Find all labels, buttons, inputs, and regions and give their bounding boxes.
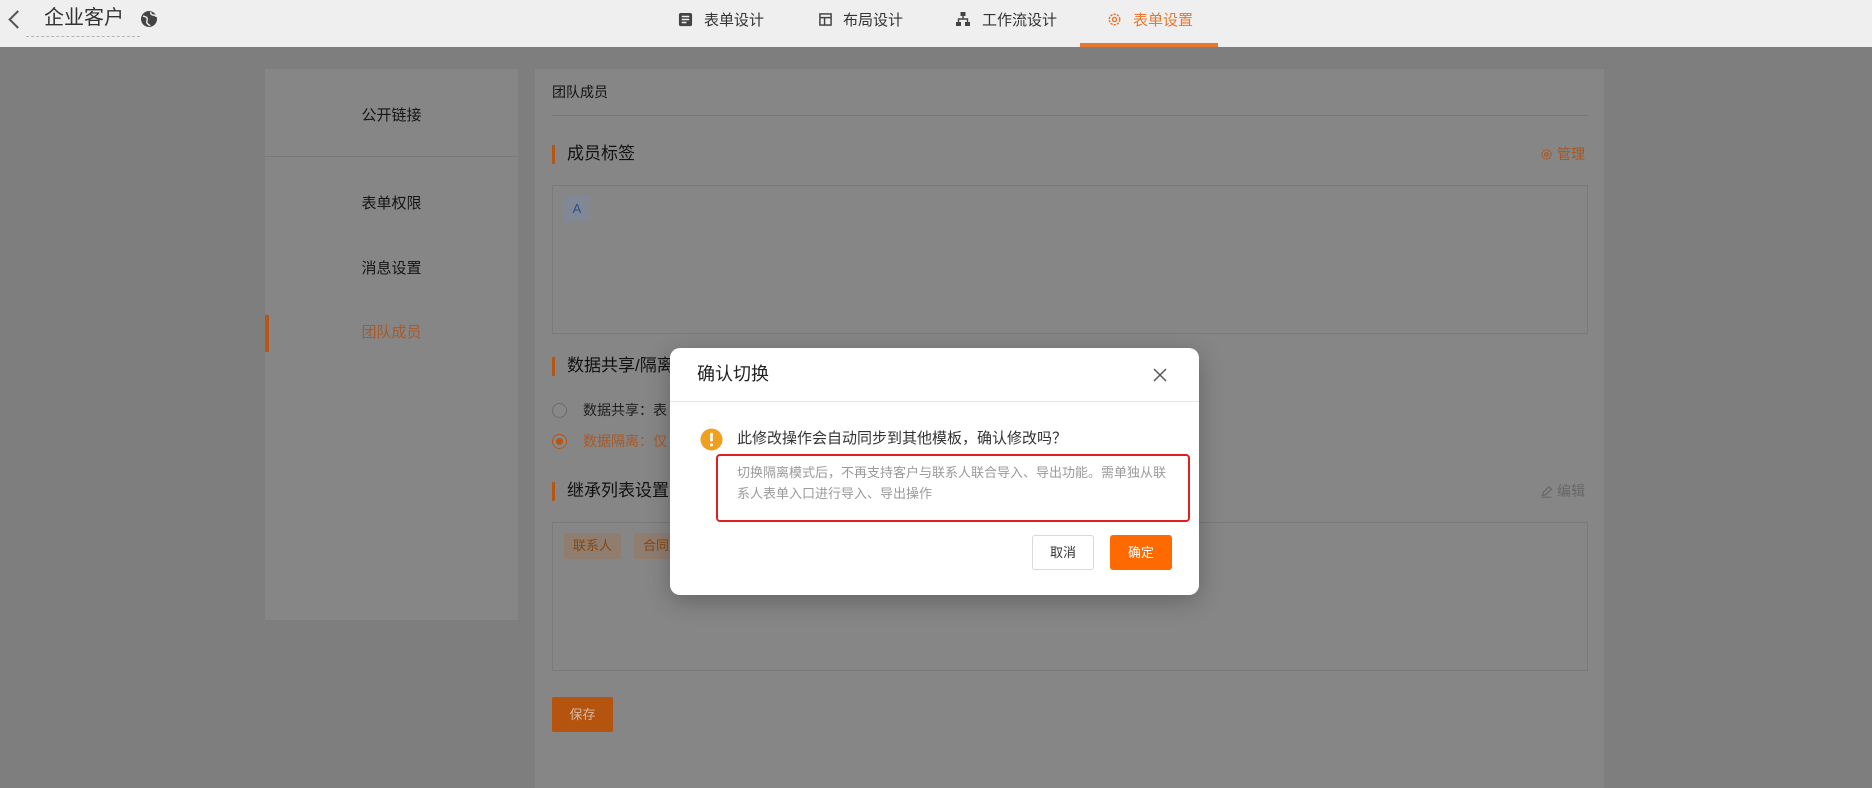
dialog-divider bbox=[670, 401, 1199, 402]
warning-icon bbox=[700, 428, 723, 451]
top-bar bbox=[0, 0, 1872, 47]
section-marker bbox=[552, 145, 555, 164]
dialog-title: 确认切换 bbox=[697, 364, 769, 384]
sidebar-item-public-link[interactable]: 公开链接 bbox=[265, 106, 518, 126]
tab-label: 布局设计 bbox=[843, 11, 904, 29]
form-icon bbox=[678, 12, 693, 26]
radio-data-isolation[interactable] bbox=[552, 434, 567, 449]
sidebar-item-message-settings[interactable]: 消息设置 bbox=[265, 259, 518, 279]
sidebar-item-form-permissions[interactable]: 表单权限 bbox=[265, 194, 518, 214]
section-title-inherit-list: 继承列表设置 bbox=[567, 481, 669, 500]
sidebar-item-team-members[interactable]: 团队成员 bbox=[265, 323, 518, 343]
close-icon[interactable] bbox=[1152, 367, 1168, 383]
inherit-tag[interactable]: 联系人 bbox=[564, 533, 622, 559]
workflow-icon bbox=[956, 12, 970, 26]
heading-divider bbox=[552, 115, 1588, 116]
tab-label: 工作流设计 bbox=[982, 11, 1058, 29]
tab-label: 表单设计 bbox=[704, 11, 765, 29]
title-underline bbox=[26, 36, 140, 37]
app-title[interactable]: 企业客户 bbox=[44, 5, 124, 31]
manage-label: 管理 bbox=[1557, 146, 1585, 162]
cancel-button[interactable]: 取消 bbox=[1032, 535, 1094, 570]
edit-button[interactable]: 编辑 bbox=[1540, 482, 1585, 500]
notice-box: 切换隔离模式后，不再支持客户与联系人联合导入、导出功能。需单独从联 系人表单入口… bbox=[716, 454, 1190, 522]
confirm-dialog: 确认切换 此修改操作会自动同步到其他模板，确认修改吗？ 切换隔离模式后，不再支持… bbox=[670, 348, 1199, 595]
layout-icon bbox=[819, 12, 832, 26]
tab-form-design[interactable]: 表单设计 bbox=[678, 9, 764, 29]
radio-label-data-isolation[interactable]: 数据隔离：仅 bbox=[583, 432, 667, 450]
radio-label-data-sharing[interactable]: 数据共享：表 bbox=[583, 401, 667, 419]
settings-icon bbox=[1108, 13, 1121, 25]
gear-icon bbox=[1541, 148, 1552, 160]
notice-text-line: 系人表单入口进行导入、导出操作 bbox=[737, 486, 933, 501]
member-tags-box bbox=[552, 185, 1588, 334]
dialog-message: 此修改操作会自动同步到其他模板，确认修改吗？ bbox=[737, 430, 1068, 447]
confirm-button[interactable]: 确定 bbox=[1110, 535, 1172, 570]
section-title-data-mode: 数据共享/隔离 bbox=[567, 356, 674, 375]
radio-data-sharing[interactable] bbox=[552, 403, 567, 418]
sidebar-divider bbox=[265, 156, 518, 157]
globe-icon[interactable] bbox=[140, 10, 158, 28]
settings-sidebar bbox=[265, 69, 518, 620]
notice-text-line: 切换隔离模式后，不再支持客户与联系人联合导入、导出功能。需单独从联 bbox=[737, 465, 1167, 480]
tab-label: 表单设置 bbox=[1133, 11, 1194, 29]
manage-button[interactable]: 管理 bbox=[1540, 145, 1585, 163]
pencil-icon bbox=[1541, 485, 1553, 498]
section-marker bbox=[552, 357, 555, 376]
page-title: 团队成员 bbox=[552, 84, 608, 100]
tab-form-settings[interactable]: 表单设置 bbox=[1107, 9, 1193, 29]
section-marker bbox=[552, 482, 555, 501]
active-tab-indicator bbox=[1080, 43, 1218, 47]
tab-layout-design[interactable]: 布局设计 bbox=[819, 9, 903, 29]
save-button[interactable]: 保存 bbox=[552, 697, 613, 732]
tab-workflow-design[interactable]: 工作流设计 bbox=[955, 9, 1057, 29]
edit-label: 编辑 bbox=[1557, 483, 1585, 499]
section-title-member-tags: 成员标签 bbox=[567, 144, 635, 163]
member-tag[interactable]: A bbox=[564, 196, 590, 221]
